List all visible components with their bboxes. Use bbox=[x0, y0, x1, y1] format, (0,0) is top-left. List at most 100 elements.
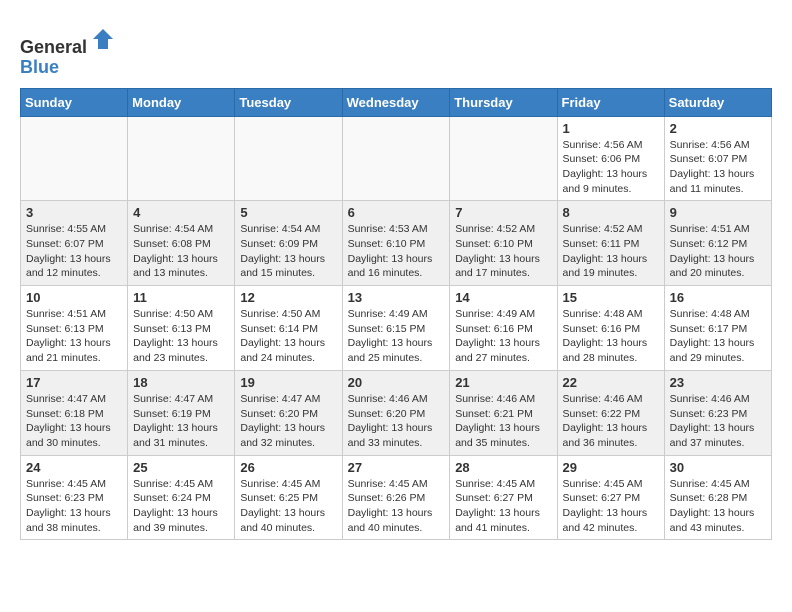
day-info: Sunrise: 4:45 AM Sunset: 6:24 PM Dayligh… bbox=[133, 477, 229, 536]
day-info: Sunrise: 4:52 AM Sunset: 6:10 PM Dayligh… bbox=[455, 222, 551, 281]
calendar-cell: 25 Sunrise: 4:45 AM Sunset: 6:24 PM Dayli… bbox=[128, 455, 235, 540]
calendar-cell: 19 Sunrise: 4:47 AM Sunset: 6:20 PM Dayli… bbox=[235, 370, 342, 455]
day-number: 28 bbox=[455, 460, 551, 475]
day-info: Sunrise: 4:54 AM Sunset: 6:08 PM Dayligh… bbox=[133, 222, 229, 281]
day-info: Sunrise: 4:48 AM Sunset: 6:16 PM Dayligh… bbox=[563, 307, 659, 366]
calendar-cell: 28 Sunrise: 4:45 AM Sunset: 6:27 PM Dayli… bbox=[450, 455, 557, 540]
logo-blue: Blue bbox=[20, 57, 59, 77]
day-number: 24 bbox=[26, 460, 122, 475]
calendar-cell bbox=[21, 116, 128, 201]
calendar-cell bbox=[235, 116, 342, 201]
weekday-header-monday: Monday bbox=[128, 88, 235, 116]
calendar-cell: 30 Sunrise: 4:45 AM Sunset: 6:28 PM Dayli… bbox=[664, 455, 771, 540]
calendar-cell: 15 Sunrise: 4:48 AM Sunset: 6:16 PM Dayli… bbox=[557, 286, 664, 371]
calendar-cell: 5 Sunrise: 4:54 AM Sunset: 6:09 PM Daylig… bbox=[235, 201, 342, 286]
day-number: 17 bbox=[26, 375, 122, 390]
day-info: Sunrise: 4:49 AM Sunset: 6:16 PM Dayligh… bbox=[455, 307, 551, 366]
calendar-cell: 17 Sunrise: 4:47 AM Sunset: 6:18 PM Dayli… bbox=[21, 370, 128, 455]
day-number: 12 bbox=[240, 290, 336, 305]
header: General Blue bbox=[20, 20, 772, 78]
calendar-cell: 22 Sunrise: 4:46 AM Sunset: 6:22 PM Dayli… bbox=[557, 370, 664, 455]
weekday-header-saturday: Saturday bbox=[664, 88, 771, 116]
day-info: Sunrise: 4:46 AM Sunset: 6:23 PM Dayligh… bbox=[670, 392, 766, 451]
calendar-cell: 29 Sunrise: 4:45 AM Sunset: 6:27 PM Dayli… bbox=[557, 455, 664, 540]
calendar-cell: 1 Sunrise: 4:56 AM Sunset: 6:06 PM Daylig… bbox=[557, 116, 664, 201]
day-info: Sunrise: 4:46 AM Sunset: 6:21 PM Dayligh… bbox=[455, 392, 551, 451]
day-number: 26 bbox=[240, 460, 336, 475]
day-info: Sunrise: 4:45 AM Sunset: 6:25 PM Dayligh… bbox=[240, 477, 336, 536]
day-number: 22 bbox=[563, 375, 659, 390]
day-info: Sunrise: 4:55 AM Sunset: 6:07 PM Dayligh… bbox=[26, 222, 122, 281]
day-number: 11 bbox=[133, 290, 229, 305]
calendar-cell bbox=[450, 116, 557, 201]
day-info: Sunrise: 4:47 AM Sunset: 6:19 PM Dayligh… bbox=[133, 392, 229, 451]
day-number: 27 bbox=[348, 460, 445, 475]
day-info: Sunrise: 4:52 AM Sunset: 6:11 PM Dayligh… bbox=[563, 222, 659, 281]
calendar-cell: 8 Sunrise: 4:52 AM Sunset: 6:11 PM Daylig… bbox=[557, 201, 664, 286]
day-number: 13 bbox=[348, 290, 445, 305]
calendar-cell: 24 Sunrise: 4:45 AM Sunset: 6:23 PM Dayli… bbox=[21, 455, 128, 540]
day-number: 2 bbox=[670, 121, 766, 136]
day-number: 6 bbox=[348, 205, 445, 220]
calendar-cell: 27 Sunrise: 4:45 AM Sunset: 6:26 PM Dayli… bbox=[342, 455, 450, 540]
day-info: Sunrise: 4:45 AM Sunset: 6:28 PM Dayligh… bbox=[670, 477, 766, 536]
day-info: Sunrise: 4:46 AM Sunset: 6:22 PM Dayligh… bbox=[563, 392, 659, 451]
day-number: 1 bbox=[563, 121, 659, 136]
day-info: Sunrise: 4:45 AM Sunset: 6:26 PM Dayligh… bbox=[348, 477, 445, 536]
day-info: Sunrise: 4:51 AM Sunset: 6:13 PM Dayligh… bbox=[26, 307, 122, 366]
day-number: 30 bbox=[670, 460, 766, 475]
weekday-header-friday: Friday bbox=[557, 88, 664, 116]
day-number: 8 bbox=[563, 205, 659, 220]
weekday-header-tuesday: Tuesday bbox=[235, 88, 342, 116]
day-info: Sunrise: 4:56 AM Sunset: 6:07 PM Dayligh… bbox=[670, 138, 766, 197]
day-info: Sunrise: 4:47 AM Sunset: 6:20 PM Dayligh… bbox=[240, 392, 336, 451]
day-number: 5 bbox=[240, 205, 336, 220]
calendar-cell: 26 Sunrise: 4:45 AM Sunset: 6:25 PM Dayli… bbox=[235, 455, 342, 540]
weekday-header-sunday: Sunday bbox=[21, 88, 128, 116]
day-number: 25 bbox=[133, 460, 229, 475]
calendar-cell: 3 Sunrise: 4:55 AM Sunset: 6:07 PM Daylig… bbox=[21, 201, 128, 286]
day-info: Sunrise: 4:45 AM Sunset: 6:23 PM Dayligh… bbox=[26, 477, 122, 536]
day-info: Sunrise: 4:56 AM Sunset: 6:06 PM Dayligh… bbox=[563, 138, 659, 197]
calendar-cell: 21Sunrise: 4:46 AM Sunset: 6:21 PM Dayli… bbox=[450, 370, 557, 455]
calendar-cell: 23 Sunrise: 4:46 AM Sunset: 6:23 PM Dayli… bbox=[664, 370, 771, 455]
day-number: 10 bbox=[26, 290, 122, 305]
calendar-cell: 7Sunrise: 4:52 AM Sunset: 6:10 PM Daylig… bbox=[450, 201, 557, 286]
day-number: 3 bbox=[26, 205, 122, 220]
calendar-cell: 14Sunrise: 4:49 AM Sunset: 6:16 PM Dayli… bbox=[450, 286, 557, 371]
day-info: Sunrise: 4:54 AM Sunset: 6:09 PM Dayligh… bbox=[240, 222, 336, 281]
calendar-cell: 18 Sunrise: 4:47 AM Sunset: 6:19 PM Dayli… bbox=[128, 370, 235, 455]
day-info: Sunrise: 4:46 AM Sunset: 6:20 PM Dayligh… bbox=[348, 392, 445, 451]
day-info: Sunrise: 4:49 AM Sunset: 6:15 PM Dayligh… bbox=[348, 307, 445, 366]
day-info: Sunrise: 4:48 AM Sunset: 6:17 PM Dayligh… bbox=[670, 307, 766, 366]
calendar-cell: 4 Sunrise: 4:54 AM Sunset: 6:08 PM Daylig… bbox=[128, 201, 235, 286]
day-info: Sunrise: 4:47 AM Sunset: 6:18 PM Dayligh… bbox=[26, 392, 122, 451]
day-info: Sunrise: 4:51 AM Sunset: 6:12 PM Dayligh… bbox=[670, 222, 766, 281]
day-number: 20 bbox=[348, 375, 445, 390]
day-info: Sunrise: 4:53 AM Sunset: 6:10 PM Dayligh… bbox=[348, 222, 445, 281]
weekday-header-thursday: Thursday bbox=[450, 88, 557, 116]
day-number: 18 bbox=[133, 375, 229, 390]
calendar-cell: 16 Sunrise: 4:48 AM Sunset: 6:17 PM Dayli… bbox=[664, 286, 771, 371]
calendar-cell: 9 Sunrise: 4:51 AM Sunset: 6:12 PM Daylig… bbox=[664, 201, 771, 286]
day-info: Sunrise: 4:45 AM Sunset: 6:27 PM Dayligh… bbox=[563, 477, 659, 536]
calendar-cell bbox=[342, 116, 450, 201]
day-number: 29 bbox=[563, 460, 659, 475]
logo-general: General bbox=[20, 37, 87, 57]
day-info: Sunrise: 4:50 AM Sunset: 6:14 PM Dayligh… bbox=[240, 307, 336, 366]
calendar-cell: 13 Sunrise: 4:49 AM Sunset: 6:15 PM Dayli… bbox=[342, 286, 450, 371]
day-info: Sunrise: 4:50 AM Sunset: 6:13 PM Dayligh… bbox=[133, 307, 229, 366]
day-number: 19 bbox=[240, 375, 336, 390]
day-number: 23 bbox=[670, 375, 766, 390]
day-number: 4 bbox=[133, 205, 229, 220]
calendar-cell: 12 Sunrise: 4:50 AM Sunset: 6:14 PM Dayli… bbox=[235, 286, 342, 371]
calendar-cell bbox=[128, 116, 235, 201]
day-number: 9 bbox=[670, 205, 766, 220]
day-number: 16 bbox=[670, 290, 766, 305]
logo-icon bbox=[89, 25, 117, 53]
calendar: SundayMondayTuesdayWednesdayThursdayFrid… bbox=[20, 88, 772, 541]
day-number: 15 bbox=[563, 290, 659, 305]
calendar-cell: 20 Sunrise: 4:46 AM Sunset: 6:20 PM Dayli… bbox=[342, 370, 450, 455]
logo: General Blue bbox=[20, 25, 117, 78]
day-info: Sunrise: 4:45 AM Sunset: 6:27 PM Dayligh… bbox=[455, 477, 551, 536]
